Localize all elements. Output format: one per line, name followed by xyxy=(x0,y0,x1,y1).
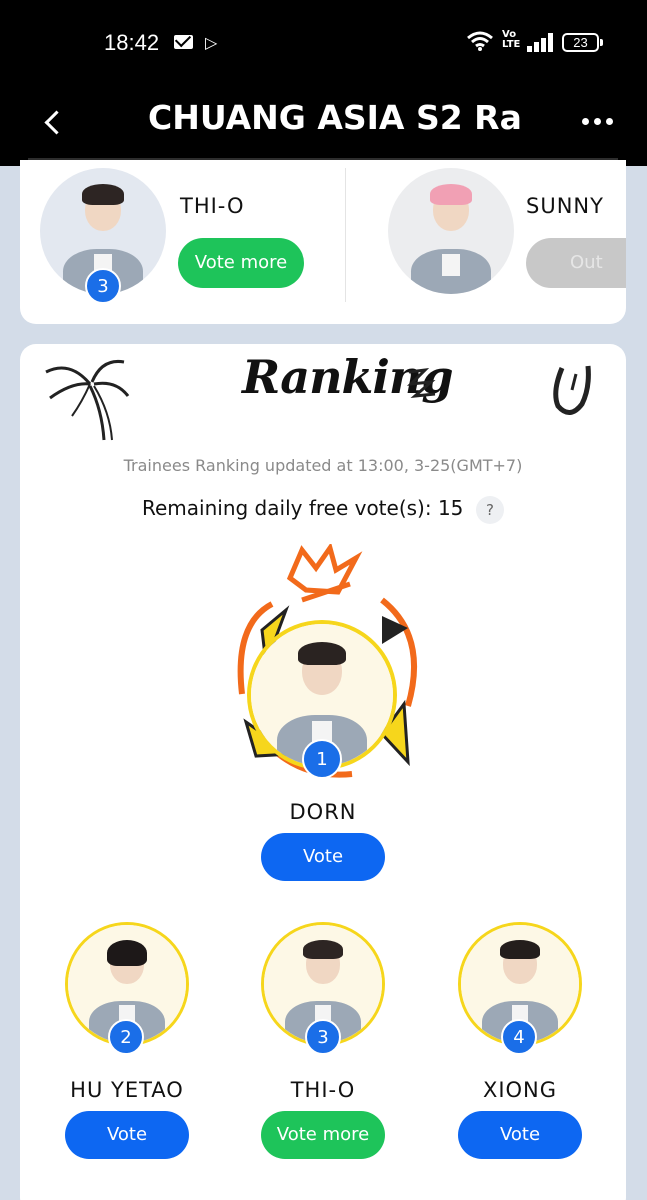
trainee-name: SUNNY xyxy=(526,194,604,218)
palm-tree-icon xyxy=(45,359,130,441)
help-icon[interactable]: ? xyxy=(476,496,504,524)
trainee-name: HU YETAO xyxy=(70,1078,184,1102)
magnet-doodle-icon xyxy=(553,365,591,415)
remaining-votes: Remaining daily free vote(s): 15 xyxy=(142,496,464,520)
rank-badge: 4 xyxy=(501,1019,537,1055)
vote-button[interactable]: Vote xyxy=(65,1111,189,1159)
ranking-card: Ranking Trainees Ranking updated at 13:0… xyxy=(20,344,626,1200)
trainee-name: DORN xyxy=(289,800,357,824)
chevron-left-icon[interactable] xyxy=(40,104,80,144)
trainee-strip-card: 3 THI-O Vote more SUNNY Out xyxy=(20,160,626,324)
status-time: 18:42 xyxy=(104,30,160,55)
vote-button[interactable]: Vote xyxy=(261,833,385,881)
zigzag-icon xyxy=(406,367,436,398)
update-note: Trainees Ranking updated at 13:00, 3-25(… xyxy=(123,456,523,475)
rank-badge: 3 xyxy=(85,268,121,304)
rank-badge: 1 xyxy=(302,739,342,779)
out-button: Out xyxy=(526,238,626,288)
vote-more-button[interactable]: Vote more xyxy=(178,238,304,288)
wifi-icon xyxy=(466,30,494,57)
title-bar: CHUANG ASIA S2 Rank xyxy=(0,88,647,166)
trainee-name: THI-O xyxy=(180,194,245,218)
volte-label: Vo LTE xyxy=(502,29,521,50)
avatar[interactable] xyxy=(388,168,514,294)
more-dots-icon[interactable] xyxy=(578,114,618,134)
divider xyxy=(345,168,346,302)
status-bar: 18:42 ▷ Vo LTE 23 xyxy=(0,0,647,88)
signal-icon xyxy=(527,32,553,52)
vote-button[interactable]: Vote xyxy=(458,1111,582,1159)
trainee-name: THI-O xyxy=(290,1078,356,1102)
play-icon: ▷ xyxy=(205,33,218,52)
rank-badge: 2 xyxy=(108,1019,144,1055)
battery-icon: 23 xyxy=(562,33,603,52)
page-title: CHUANG ASIA S2 Rank xyxy=(148,98,520,137)
trainee-name: XIONG xyxy=(482,1078,558,1102)
rank-badge: 3 xyxy=(305,1019,341,1055)
vote-more-button[interactable]: Vote more xyxy=(261,1111,385,1159)
mail-icon xyxy=(174,35,193,49)
